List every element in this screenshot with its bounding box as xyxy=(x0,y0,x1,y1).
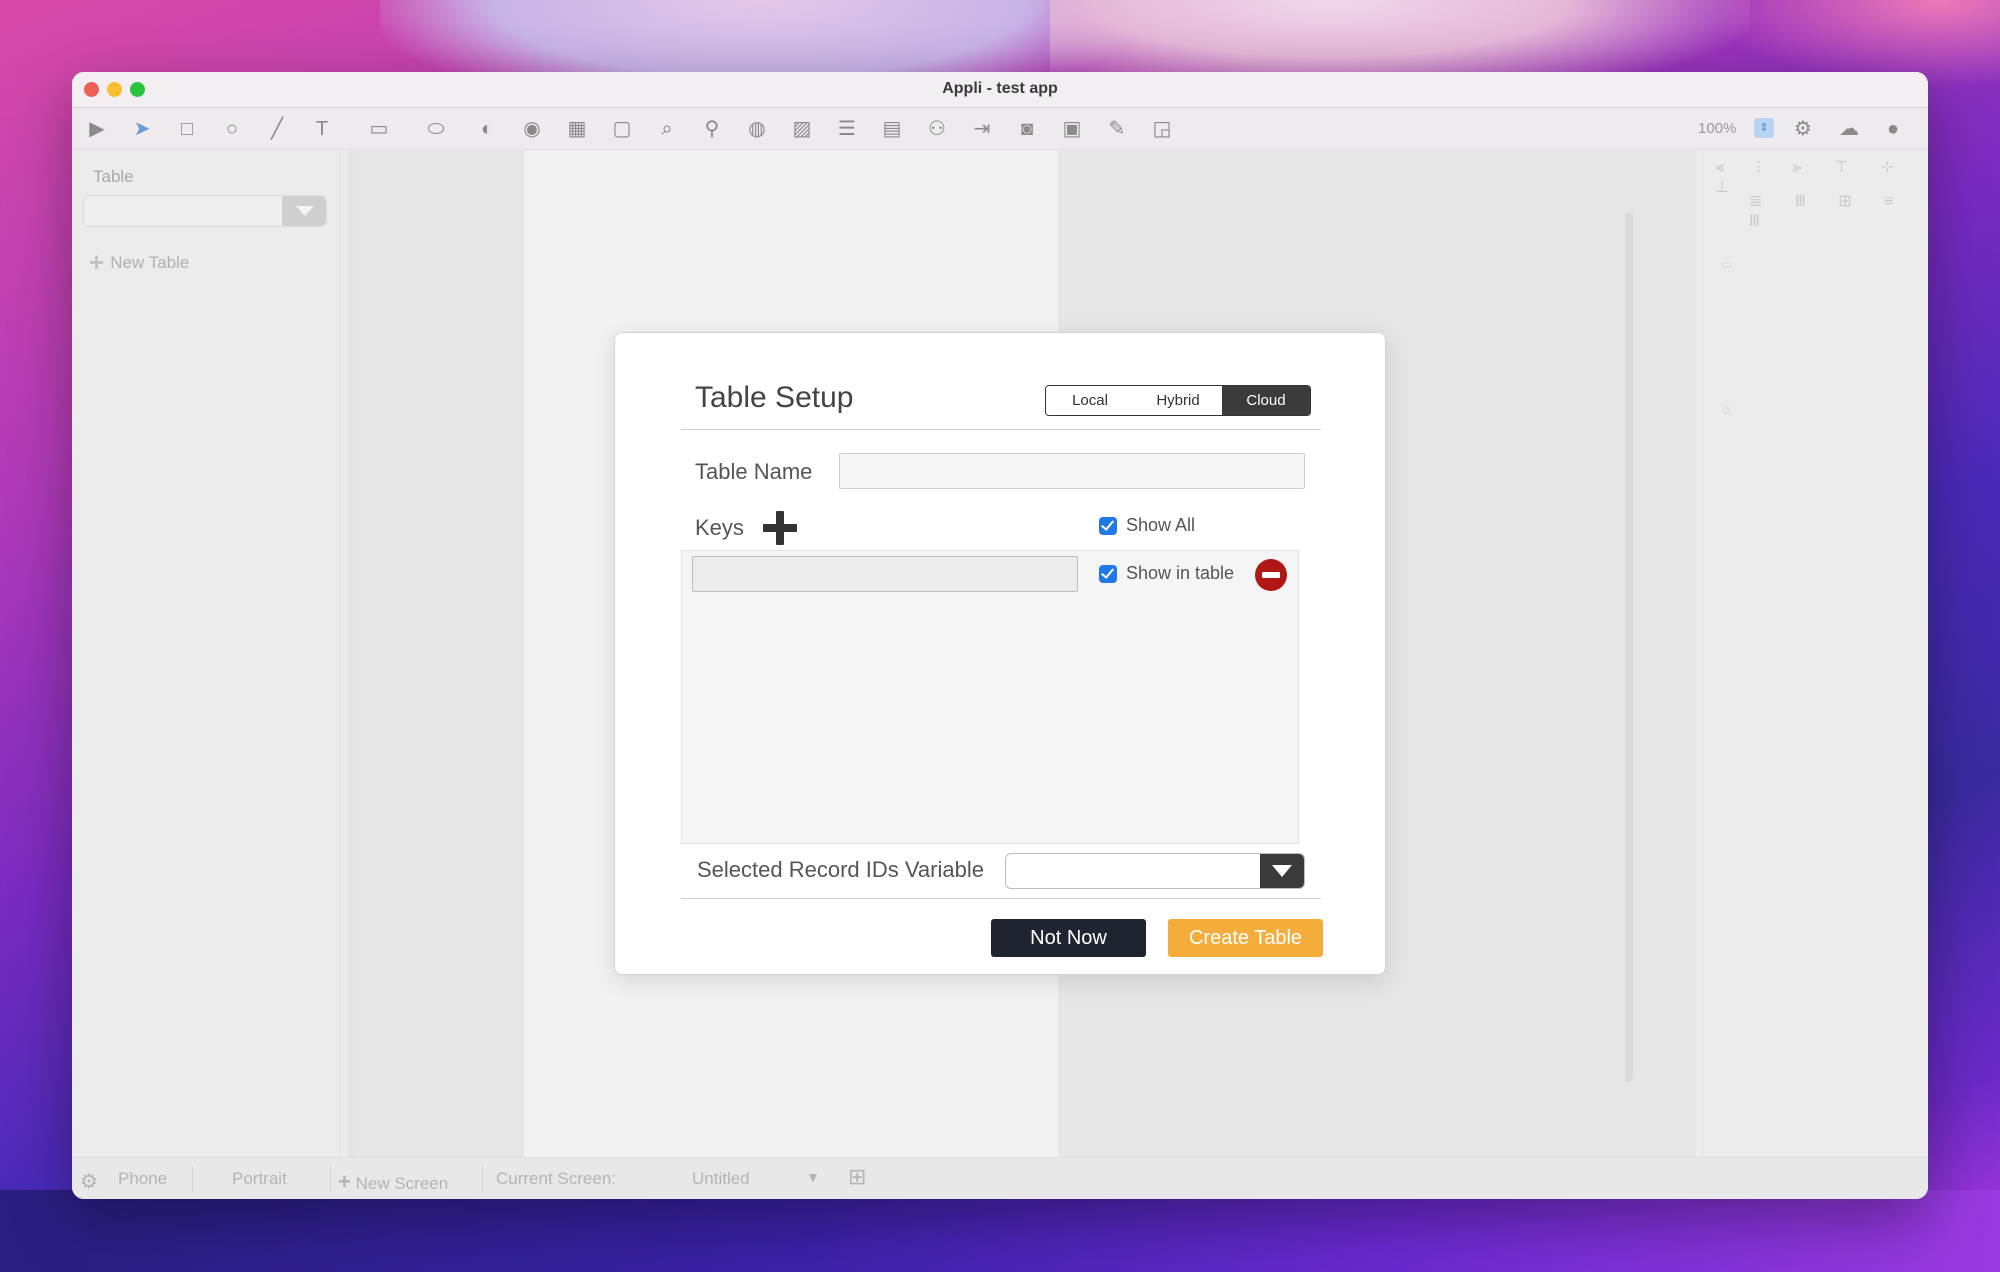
cloud-upload-icon[interactable]: ☁ xyxy=(1832,116,1866,142)
line-icon[interactable]: ╱ xyxy=(264,116,290,142)
divider xyxy=(192,1166,193,1192)
new-table-label: New Table xyxy=(110,253,190,272)
table-label: Table xyxy=(93,167,134,186)
gear-icon[interactable]: ⚙ xyxy=(80,1169,98,1194)
orientation-selector[interactable]: Portrait xyxy=(232,1169,287,1189)
storage-segmented-control: Local Hybrid Cloud xyxy=(1045,385,1311,416)
new-table-button[interactable]: + New Table xyxy=(89,247,189,278)
login-icon[interactable]: ⇥ xyxy=(969,116,995,142)
divider xyxy=(482,1166,483,1192)
table-setup-dialog: Table Setup Local Hybrid Cloud Table Nam… xyxy=(614,332,1386,975)
key-name-input[interactable] xyxy=(692,556,1078,592)
segment-local[interactable]: Local xyxy=(1046,386,1134,415)
show-all-label: Show All xyxy=(1126,515,1196,535)
screens-grid-icon[interactable]: ⊞ xyxy=(848,1164,866,1190)
table-name-input[interactable] xyxy=(839,453,1305,489)
segment-cloud[interactable]: Cloud xyxy=(1222,386,1310,415)
play-icon[interactable]: ▶ xyxy=(84,116,110,142)
table-sidebar: Table +New Table ☰≋▮ xyxy=(72,151,340,1199)
zoom-stepper[interactable]: ⇕ xyxy=(1754,118,1774,138)
list-icon[interactable]: ☰ xyxy=(834,116,860,142)
splitter[interactable] xyxy=(348,151,356,1157)
zoom-level: 100% xyxy=(1698,120,1737,137)
current-screen-label: Current Screen: xyxy=(496,1169,616,1188)
distribute-tools[interactable]: ≣ Ⅲ ⊞ ≡ Ⅲ xyxy=(1749,191,1928,231)
not-now-button[interactable]: Not Now xyxy=(991,919,1146,957)
divider xyxy=(330,1166,331,1192)
chevron-down-icon[interactable] xyxy=(1260,854,1304,888)
gear-icon[interactable]: ⚙ xyxy=(1790,116,1816,142)
show-all-checkbox[interactable] xyxy=(1099,517,1117,535)
remove-key-button[interactable] xyxy=(1255,559,1287,591)
account-icon[interactable]: ● xyxy=(1880,116,1906,142)
textfield-icon[interactable]: ▭ xyxy=(362,116,396,142)
properties-panel: ⫷ ⫶ ⫸ ⊤ ⊹ ⊥ ≣ Ⅲ ⊞ ≡ Ⅲ ▭ ⊘ xyxy=(1702,151,1928,1157)
search-icon[interactable]: ⌕ xyxy=(654,116,680,142)
keys-list: Show in table xyxy=(681,550,1299,844)
camera-icon[interactable]: ◙ xyxy=(1014,116,1040,142)
add-key-button[interactable] xyxy=(763,511,797,545)
divider xyxy=(681,429,1321,430)
add-user-icon[interactable]: ⚇ xyxy=(924,116,950,142)
plus-icon: + xyxy=(338,1169,351,1194)
scrollbar[interactable] xyxy=(1625,212,1633,1082)
video-icon[interactable]: ▣ xyxy=(1059,116,1085,142)
wallpaper xyxy=(0,1190,2000,1272)
edit-icon[interactable]: ✎ xyxy=(1104,116,1130,142)
current-screen-value[interactable]: Untitled xyxy=(692,1169,750,1189)
chevron-down-icon[interactable]: ▼ xyxy=(806,1169,820,1185)
map-pin-icon[interactable]: ⚲ xyxy=(699,116,725,142)
new-screen-button[interactable]: + New Screen xyxy=(338,1169,448,1195)
window-title: Appli - test app xyxy=(942,80,1058,97)
plus-icon: + xyxy=(89,247,105,277)
selected-record-ids-label: Selected Record IDs Variable xyxy=(697,857,984,882)
settings-icon: ⊘ xyxy=(1721,403,1732,417)
table-name-label: Table Name xyxy=(695,459,813,484)
image-icon[interactable]: ▨ xyxy=(789,116,815,142)
grid-icon[interactable]: ▦ xyxy=(564,116,590,142)
globe-icon[interactable]: ◍ xyxy=(744,116,770,142)
new-screen-label: New Screen xyxy=(355,1174,449,1193)
circle-icon[interactable]: ○ xyxy=(219,116,245,142)
text-icon[interactable]: T xyxy=(309,116,335,142)
status-bar: ⚙ Phone Portrait + New Screen Current Sc… xyxy=(72,1157,1928,1199)
pointer-icon[interactable]: ➤ xyxy=(129,116,155,142)
dialog-title: Table Setup xyxy=(695,381,854,414)
title-bar: Appli - test app xyxy=(72,72,1928,108)
table-select[interactable] xyxy=(83,195,327,227)
toggle-icon[interactable]: ◐ xyxy=(474,116,500,142)
device-selector[interactable]: Phone xyxy=(118,1169,167,1189)
show-in-table-label: Show in table xyxy=(1126,563,1235,583)
rectangle-icon[interactable]: □ xyxy=(174,116,200,142)
page-icon[interactable]: ▢ xyxy=(609,116,635,142)
segment-hybrid[interactable]: Hybrid xyxy=(1134,386,1222,415)
keys-label: Keys xyxy=(695,515,744,540)
selected-record-ids-select[interactable] xyxy=(1005,853,1305,889)
toolbar: ▶ ➤ □ ○ ╱ T ▭ ⬭ ◐ ◉ ▦ ▢ ⌕ ⚲ ◍ ▨ ☰ ▤ ⚇ ⇥ … xyxy=(72,108,1928,150)
form-icon[interactable]: ▤ xyxy=(879,116,905,142)
divider xyxy=(681,898,1321,899)
chart-icon[interactable]: ◲ xyxy=(1149,116,1175,142)
radio-icon[interactable]: ◉ xyxy=(519,116,545,142)
size-section-icon: ▭ xyxy=(1721,257,1733,271)
show-in-table-checkbox[interactable] xyxy=(1099,565,1117,583)
create-table-button[interactable]: Create Table xyxy=(1168,919,1323,957)
chevron-down-icon[interactable] xyxy=(282,196,326,226)
button-icon[interactable]: ⬭ xyxy=(419,116,453,142)
